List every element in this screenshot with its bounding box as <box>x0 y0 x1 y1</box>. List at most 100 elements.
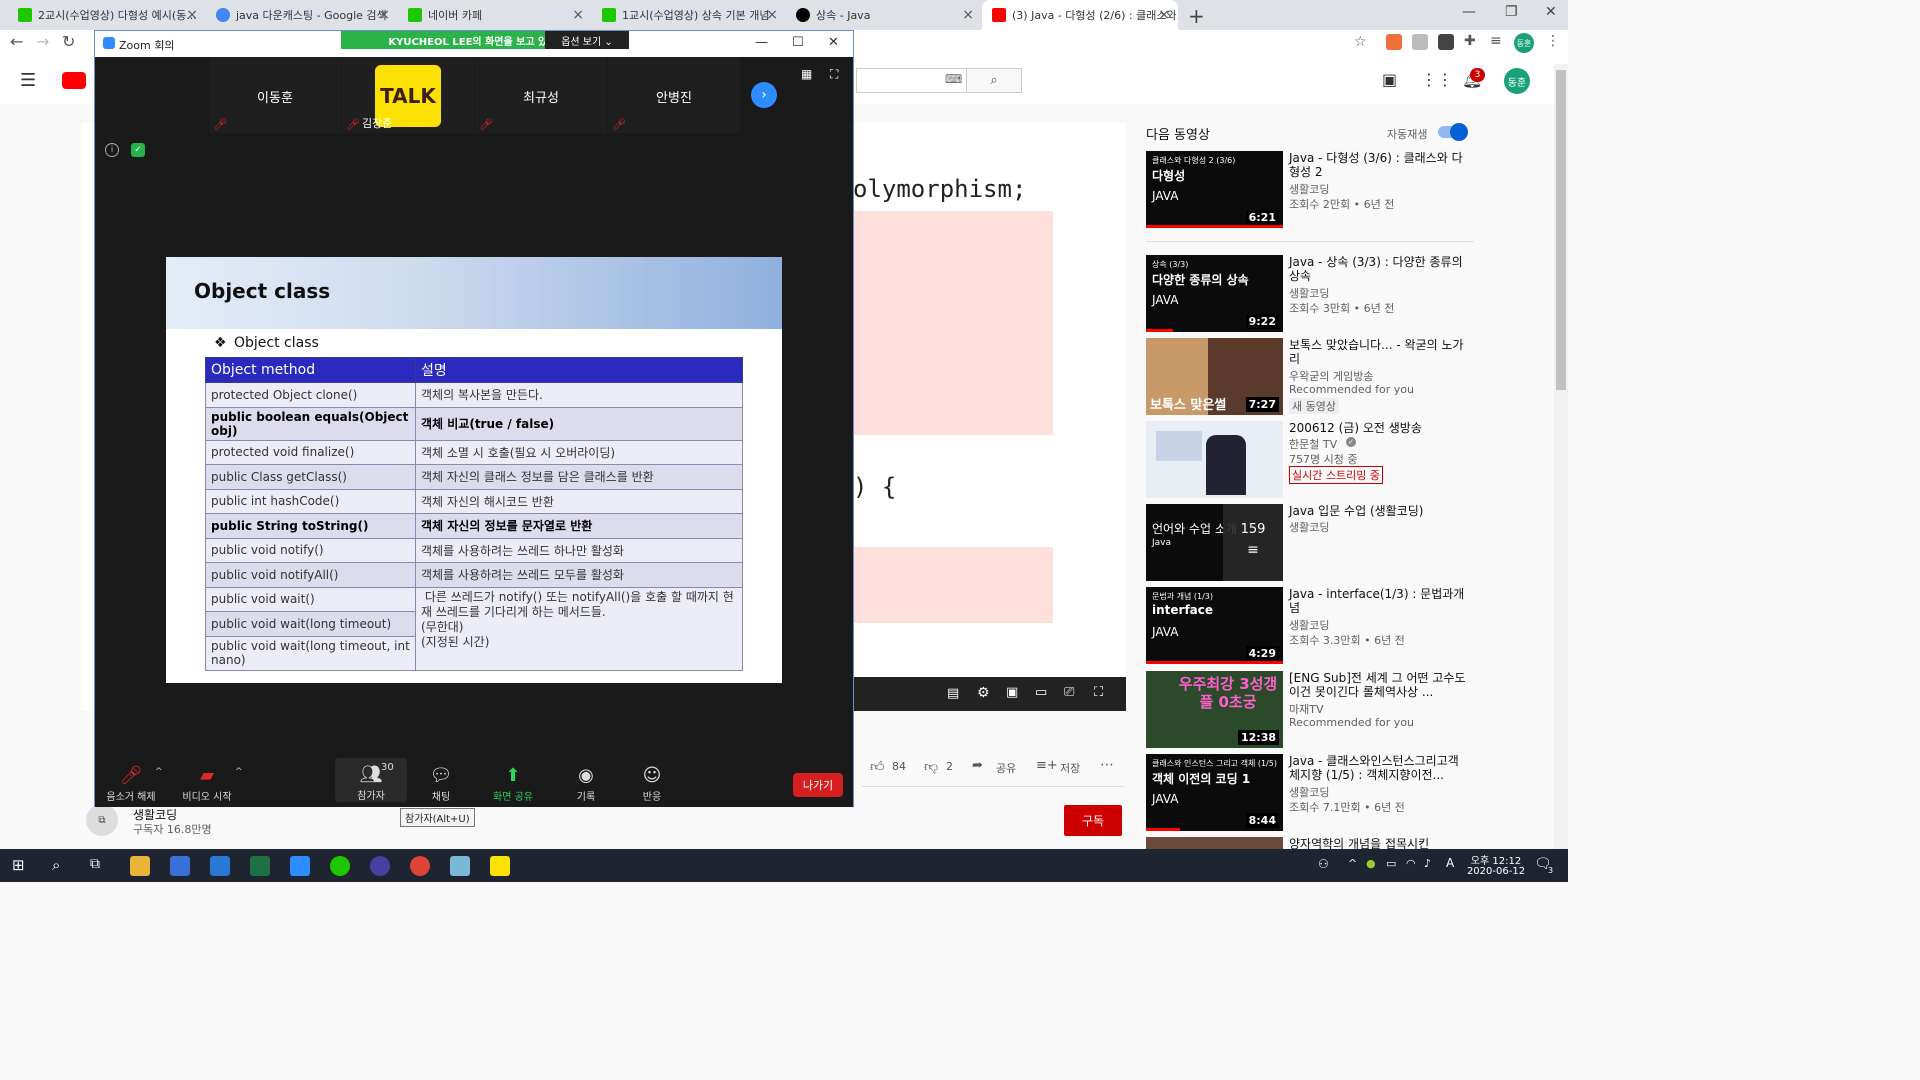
clock-date[interactable]: 2020-06-12 <box>1462 866 1530 877</box>
video-channel[interactable]: 마재TV <box>1289 701 1323 717</box>
participant-tile[interactable]: TALK 김장준 🎤︎ <box>342 57 474 133</box>
info-icon[interactable]: i <box>105 143 119 157</box>
apps-icon[interactable]: ⋮⋮ <box>1421 70 1453 89</box>
video-title[interactable]: Java - 상속 (3/3) : 다양한 종류의 상속 <box>1289 255 1469 283</box>
chrome-icon[interactable] <box>410 856 430 876</box>
hamburger-icon[interactable]: ☰ <box>20 70 36 91</box>
browser-tab-3[interactable]: 네이버 카페 × <box>398 0 592 30</box>
list-item[interactable]: 양자역학의 개념을 접목시킨 <box>1146 837 1476 849</box>
video-channel[interactable]: 생활코딩 <box>1289 519 1329 535</box>
video-title[interactable]: 보톡스 맞았습니다... - 왁굳의 노가리 <box>1289 338 1469 366</box>
save-icon[interactable]: ≡+ <box>1036 758 1058 773</box>
excel-icon[interactable] <box>250 856 270 876</box>
extension-icon[interactable] <box>1412 34 1428 50</box>
task-view-icon[interactable]: ⧉ <box>90 856 100 872</box>
puzzle-icon[interactable]: ✚ <box>1464 33 1476 49</box>
scrollbar-thumb[interactable] <box>1556 70 1566 390</box>
reactions-button[interactable]: ☺ 반응 <box>622 765 682 803</box>
participants-button[interactable]: 👥︎ 30 참가자 <box>335 758 407 802</box>
reload-icon[interactable]: ↻ <box>62 32 75 51</box>
store-icon[interactable] <box>170 856 190 876</box>
bookmark-star-icon[interactable]: ☆ <box>1354 34 1367 50</box>
leave-button[interactable]: 나가기 <box>793 773 843 797</box>
mail-icon[interactable] <box>210 856 230 876</box>
extension-icon[interactable] <box>1386 34 1402 50</box>
close-icon[interactable]: × <box>572 7 584 23</box>
list-item[interactable]: 200612 (금) 오전 생방송 한문철 TV ✓ 757명 시청 중 실시간… <box>1146 421 1476 501</box>
video-thumbnail[interactable] <box>1146 421 1283 498</box>
next-page-icon[interactable]: › <box>751 82 777 108</box>
search-icon[interactable]: ⌕ <box>52 856 60 874</box>
volume-icon[interactable]: ♪ <box>1424 857 1431 870</box>
unmute-button[interactable]: 🎤︎ 음소거 해제 <box>101 765 161 803</box>
like-icon[interactable]: 👍︎ <box>870 758 885 775</box>
close-window-icon[interactable]: ✕ <box>828 35 839 50</box>
profile-avatar[interactable]: 동훈 <box>1514 33 1534 53</box>
video-channel[interactable]: 생활코딩 <box>1289 784 1329 800</box>
app-tray-icon[interactable]: ● <box>1366 857 1376 870</box>
video-channel[interactable]: 한문철 TV <box>1289 436 1337 452</box>
channel-avatar[interactable]: ⧉ <box>86 804 118 836</box>
clock-time[interactable]: 오후 12:12 <box>1466 852 1526 867</box>
subscribe-button[interactable]: 구독 <box>1064 805 1122 836</box>
playlist-icon[interactable]: ≡ <box>1490 33 1502 49</box>
close-icon[interactable]: × <box>378 7 390 23</box>
chevron-up-icon[interactable]: ^ <box>235 767 243 777</box>
list-item[interactable]: 상속 (3/3) 다양한 종류의 상속 JAVA 9:22 Java - 상속 … <box>1146 255 1476 335</box>
minimize-icon[interactable]: — <box>1462 4 1476 20</box>
extension-icon[interactable] <box>1438 34 1454 50</box>
list-item[interactable]: 언어와 수업 소개 Java 159 ≡ Java 입문 수업 (생활코딩) 생… <box>1146 504 1476 584</box>
share-screen-button[interactable]: ⬆ 화면 공유 <box>483 765 543 803</box>
dislike-icon[interactable]: 👎︎ <box>924 758 938 775</box>
browser-tab-6[interactable]: (3) Java - 다형성 (2/6) : 클래스와... × <box>982 0 1178 30</box>
video-channel[interactable]: 생활코딩 <box>1289 617 1329 633</box>
forward-icon[interactable]: → <box>36 32 49 51</box>
youtube-logo[interactable] <box>62 72 86 89</box>
notepad-icon[interactable] <box>450 856 470 876</box>
video-thumbnail[interactable]: 보톡스 맞은썰 7:27 <box>1146 338 1283 415</box>
theater-icon[interactable]: ▭ <box>1035 685 1047 700</box>
share-button[interactable]: 공유 <box>996 760 1016 776</box>
video-title[interactable]: Java - interface(1/3) : 문법과개념 <box>1289 587 1469 615</box>
new-tab-button[interactable]: + <box>1188 4 1205 28</box>
search-button[interactable]: ⌕ <box>966 68 1022 93</box>
video-thumbnail[interactable]: 클래스와 인스턴스 그리고 객체 (1/5) 객체 이전의 코딩 1 JAVA … <box>1146 754 1283 831</box>
chat-button[interactable]: 💬︎ 채팅 <box>411 765 471 803</box>
scrollbar[interactable] <box>1554 64 1568 849</box>
wifi-icon[interactable]: ◠ <box>1406 857 1416 870</box>
kakaotalk-icon[interactable] <box>490 856 510 876</box>
start-video-button[interactable]: ▰ 비디오 시작 <box>177 765 237 803</box>
video-thumbnail[interactable]: 클래스와 다형성 2 (3/6) 다형성 JAVA 6:21 <box>1146 151 1283 228</box>
video-thumbnail[interactable]: 우주최강 3성갱플 0초궁 12:38 <box>1146 671 1283 748</box>
miniplayer-icon[interactable]: ▣ <box>1006 685 1018 700</box>
list-item[interactable]: 클래스와 다형성 2 (3/6) 다형성 JAVA 6:21 Java - 다형… <box>1146 151 1476 231</box>
list-item[interactable]: 클래스와 인스턴스 그리고 객체 (1/5) 객체 이전의 코딩 1 JAVA … <box>1146 754 1476 834</box>
shield-icon[interactable]: ✓ <box>131 143 145 157</box>
video-thumbnail[interactable] <box>1146 837 1283 849</box>
close-icon[interactable]: × <box>1158 7 1170 23</box>
search-input[interactable]: ⌨ <box>856 68 966 93</box>
close-icon[interactable]: × <box>766 7 778 23</box>
browser-tab-1[interactable]: 2교시(수업영상) 다형성 예시(동... × <box>8 0 206 30</box>
create-video-icon[interactable]: ▣ <box>1382 70 1397 89</box>
participant-tile[interactable]: 최규성 🎤︎ <box>475 57 607 133</box>
view-options-button[interactable]: 옵션 보기 ⌄ <box>545 31 629 49</box>
share-icon[interactable]: ➦ <box>972 758 983 773</box>
record-button[interactable]: ◉ 기록 <box>556 765 616 803</box>
people-icon[interactable]: ⚇ <box>1318 857 1329 871</box>
file-explorer-icon[interactable] <box>130 856 150 876</box>
video-channel[interactable]: 우왁굳의 게임방송 <box>1289 368 1373 384</box>
autoplay-toggle[interactable] <box>1438 123 1468 141</box>
browser-tab-4[interactable]: 1교시(수업영상) 상속 기본 개념 × <box>592 0 786 30</box>
video-title[interactable]: Java - 클래스와인스턴스그리고객체지향 (1/5) : 객체지향이전... <box>1289 754 1469 782</box>
naver-whale-icon[interactable] <box>330 856 350 876</box>
video-title[interactable]: [ENG Sub]전 세계 그 어떤 고수도 이건 못이긴다 롤체역사상 ... <box>1289 671 1469 699</box>
battery-icon[interactable]: ▭ <box>1386 857 1396 870</box>
video-channel[interactable]: 생활코딩 <box>1289 285 1329 301</box>
minimize-icon[interactable]: — <box>755 35 768 50</box>
cast-icon[interactable]: ⎚ <box>1064 685 1074 700</box>
restore-icon[interactable]: ❐ <box>1505 4 1518 20</box>
chevron-up-icon[interactable]: ^ <box>1348 857 1357 870</box>
windows-start-icon[interactable]: ⊞ <box>12 856 25 874</box>
video-thumbnail[interactable]: 문법과 개념 (1/3) interface JAVA 4:29 <box>1146 587 1283 664</box>
